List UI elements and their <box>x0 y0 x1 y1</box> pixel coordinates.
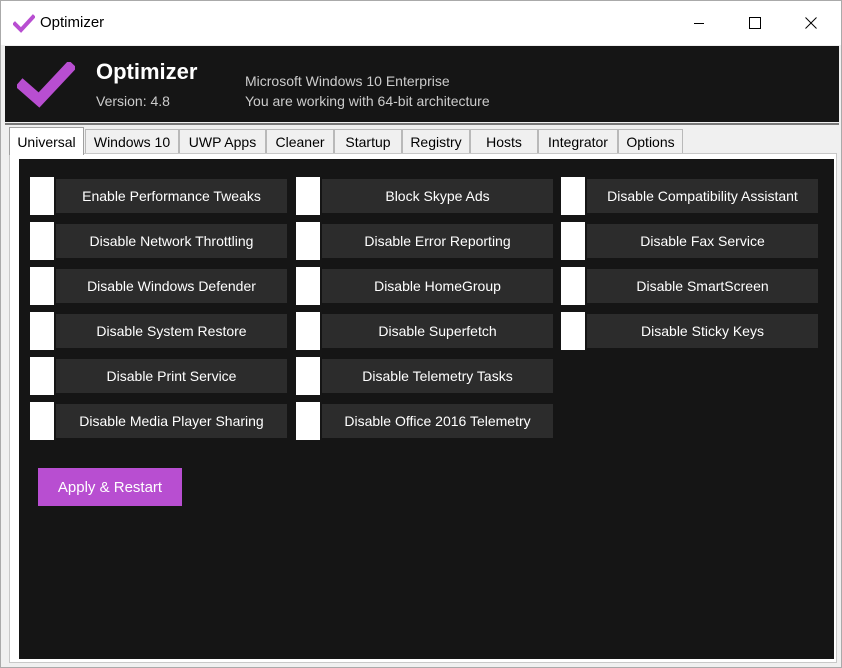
close-button[interactable] <box>783 1 839 45</box>
tab-windows-10[interactable]: Windows 10 <box>85 129 179 153</box>
window-title: Optimizer <box>40 14 105 31</box>
toggle-label: Disable SmartScreen <box>587 269 818 303</box>
toggle-switch[interactable] <box>561 177 585 215</box>
arch-info: You are working with 64-bit architecture <box>245 93 490 109</box>
tab-uwp-apps[interactable]: UWP Apps <box>179 129 266 153</box>
toggle-switch[interactable] <box>296 312 320 350</box>
minimize-icon <box>694 23 704 24</box>
toggle-label: Block Skype Ads <box>322 179 553 213</box>
close-icon <box>805 17 817 29</box>
tab-cleaner[interactable]: Cleaner <box>266 129 334 153</box>
toggle-media-player-sharing[interactable]: Disable Media Player Sharing <box>30 402 287 440</box>
header-divider <box>5 123 839 125</box>
maximize-button[interactable] <box>727 1 783 45</box>
toggle-label: Disable Print Service <box>56 359 287 393</box>
toggle-compatibility-assistant[interactable]: Disable Compatibility Assistant <box>561 177 818 215</box>
options-area: Enable Performance Tweaks Disable Networ… <box>19 159 834 659</box>
toggle-switch[interactable] <box>296 267 320 305</box>
toggle-switch[interactable] <box>561 312 585 350</box>
toggle-label: Enable Performance Tweaks <box>56 179 287 213</box>
toggle-superfetch[interactable]: Disable Superfetch <box>296 312 553 350</box>
toggle-system-restore[interactable]: Disable System Restore <box>30 312 287 350</box>
toggle-switch[interactable] <box>296 222 320 260</box>
toggle-label: Disable Error Reporting <box>322 224 553 258</box>
toggle-switch[interactable] <box>30 402 54 440</box>
app-name: Optimizer <box>96 59 198 84</box>
toggle-label: Disable Network Throttling <box>56 224 287 258</box>
tab-integrator[interactable]: Integrator <box>538 129 618 153</box>
toggle-label: Disable System Restore <box>56 314 287 348</box>
toggle-sticky-keys[interactable]: Disable Sticky Keys <box>561 312 818 350</box>
version-label: Version: 4.8 <box>96 93 170 109</box>
toggle-skype-ads[interactable]: Block Skype Ads <box>296 177 553 215</box>
toggle-office-2016-telemetry[interactable]: Disable Office 2016 Telemetry <box>296 402 553 440</box>
toggle-homegroup[interactable]: Disable HomeGroup <box>296 267 553 305</box>
toggle-switch[interactable] <box>296 177 320 215</box>
tab-panel-universal: Enable Performance Tweaks Disable Networ… <box>9 153 837 663</box>
toggle-performance-tweaks[interactable]: Enable Performance Tweaks <box>30 177 287 215</box>
toggle-telemetry-tasks[interactable]: Disable Telemetry Tasks <box>296 357 553 395</box>
os-info: Microsoft Windows 10 Enterprise <box>245 73 450 89</box>
toggle-switch[interactable] <box>296 357 320 395</box>
toggle-fax-service[interactable]: Disable Fax Service <box>561 222 818 260</box>
tab-options[interactable]: Options <box>618 129 683 153</box>
toggle-switch[interactable] <box>30 177 54 215</box>
toggle-network-throttling[interactable]: Disable Network Throttling <box>30 222 287 260</box>
maximize-icon <box>749 17 761 29</box>
title-bar[interactable]: Optimizer <box>1 1 841 45</box>
toggle-smartscreen[interactable]: Disable SmartScreen <box>561 267 818 305</box>
apply-restart-button[interactable]: Apply & Restart <box>38 468 182 506</box>
toggle-print-service[interactable]: Disable Print Service <box>30 357 287 395</box>
toggle-switch[interactable] <box>30 267 54 305</box>
toggle-switch[interactable] <box>561 222 585 260</box>
toggle-label: Disable Fax Service <box>587 224 818 258</box>
toggle-label: Disable HomeGroup <box>322 269 553 303</box>
toggle-label: Disable Windows Defender <box>56 269 287 303</box>
toggle-switch[interactable] <box>561 267 585 305</box>
tab-hosts[interactable]: Hosts <box>470 129 538 153</box>
toggle-label: Disable Sticky Keys <box>587 314 818 348</box>
tab-startup[interactable]: Startup <box>334 129 402 153</box>
toggle-switch[interactable] <box>30 357 54 395</box>
checkmark-icon <box>13 14 35 33</box>
minimize-button[interactable] <box>671 1 727 45</box>
toggle-switch[interactable] <box>30 222 54 260</box>
toggle-label: Disable Superfetch <box>322 314 553 348</box>
app-header: Optimizer Version: 4.8 Microsoft Windows… <box>5 46 839 122</box>
tab-universal[interactable]: Universal <box>9 127 84 155</box>
toggle-label: Disable Compatibility Assistant <box>587 179 818 213</box>
toggle-error-reporting[interactable]: Disable Error Reporting <box>296 222 553 260</box>
toggle-switch[interactable] <box>296 402 320 440</box>
toggle-label: Disable Telemetry Tasks <box>322 359 553 393</box>
toggle-switch[interactable] <box>30 312 54 350</box>
checkmark-logo-icon <box>17 62 75 108</box>
toggle-label: Disable Office 2016 Telemetry <box>322 404 553 438</box>
optimizer-window: Optimizer Optimizer Version: 4.8 Microso… <box>0 0 842 668</box>
toggle-windows-defender[interactable]: Disable Windows Defender <box>30 267 287 305</box>
toggle-label: Disable Media Player Sharing <box>56 404 287 438</box>
tab-registry[interactable]: Registry <box>402 129 470 153</box>
